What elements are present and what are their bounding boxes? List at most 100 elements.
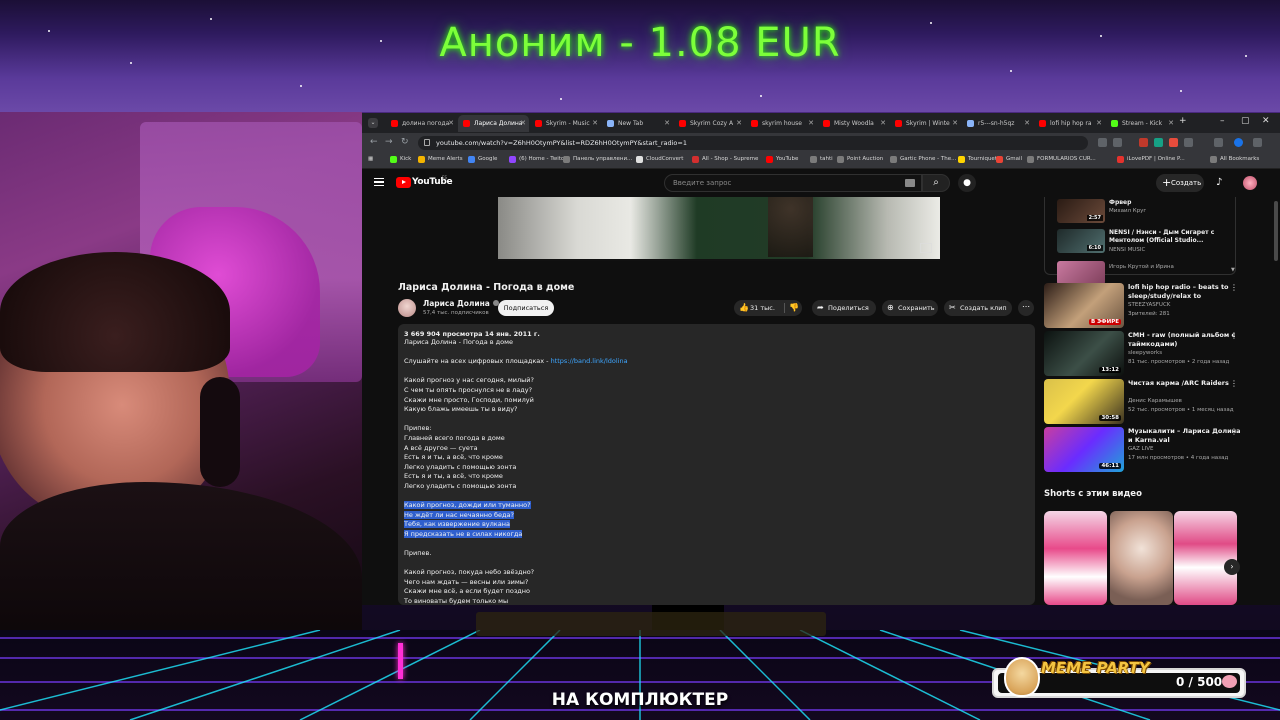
extension-icon[interactable] xyxy=(1139,138,1148,147)
close-tab-icon[interactable]: ✕ xyxy=(736,119,742,127)
browser-tab[interactable]: skyrim house ✕ xyxy=(746,115,817,132)
keyboard-icon[interactable] xyxy=(905,179,915,187)
browser-menu-icon[interactable] xyxy=(1253,138,1262,147)
short-card[interactable] xyxy=(1044,511,1107,605)
browser-tab[interactable]: Skyrim - Music ✕ xyxy=(530,115,601,132)
bookmark-item[interactable]: Kick xyxy=(390,156,411,163)
menu-icon[interactable] xyxy=(374,178,384,186)
browser-tab[interactable]: r5---sn-h5qz ✕ xyxy=(962,115,1033,132)
channel-avatar[interactable] xyxy=(398,299,416,317)
fullscreen-icon[interactable] xyxy=(920,243,932,253)
voice-search-button[interactable]: ● xyxy=(958,174,976,192)
short-card[interactable] xyxy=(1174,511,1237,605)
bookmark-item[interactable]: All Bookmarks xyxy=(1210,156,1259,163)
playlist-item[interactable]: 6:10 NENSI / Нэнси - Дым Сигарет с Ментол… xyxy=(1057,227,1233,253)
close-tab-icon[interactable]: ✕ xyxy=(1024,119,1030,127)
thumbs-down-icon[interactable]: 👎 xyxy=(789,300,799,316)
next-shorts-button[interactable]: › xyxy=(1224,559,1240,575)
address-bar[interactable]: youtube.com/watch?v=Z6hH0OtymPY&list=RDZ… xyxy=(418,136,1088,150)
maximize-button[interactable]: ▢ xyxy=(1241,116,1250,126)
search-input[interactable]: Введите запрос xyxy=(664,174,922,192)
account-avatar[interactable] xyxy=(1243,176,1257,190)
bookmark-item[interactable]: (6) Home - Twitch xyxy=(509,156,567,163)
more-options-icon[interactable]: ⋮ xyxy=(1230,379,1238,388)
save-button[interactable]: ⊕ Сохранить xyxy=(882,300,938,316)
bookmark-item[interactable]: All - Shop - Supreme xyxy=(692,156,758,163)
channel-name[interactable]: Лариса Долина xyxy=(423,299,499,308)
bookmark-star-icon[interactable] xyxy=(1113,138,1122,147)
tab-favicon-icon xyxy=(967,120,974,127)
forward-icon[interactable]: → xyxy=(385,137,393,147)
browser-tab[interactable]: New Tab ✕ xyxy=(602,115,673,132)
page-scrollbar[interactable] xyxy=(1274,201,1278,261)
apps-icon[interactable]: ▦ xyxy=(368,156,373,162)
more-actions-button[interactable]: ⋯ xyxy=(1018,300,1034,316)
minimize-button[interactable]: – xyxy=(1220,116,1225,126)
playlist-item[interactable]: Игорь Крутой и Ирина xyxy=(1057,259,1233,285)
youtube-logo-icon[interactable] xyxy=(396,177,411,188)
bookmark-item[interactable]: FORMULARIOS CUR... xyxy=(1027,156,1096,163)
close-tab-icon[interactable]: ✕ xyxy=(520,119,526,127)
new-tab-button[interactable]: + xyxy=(1179,116,1187,126)
close-window-button[interactable]: ✕ xyxy=(1262,116,1270,126)
recommended-video[interactable]: 13:12 CMH - raw (полный альбом с таймкода… xyxy=(1044,331,1280,377)
more-options-icon[interactable]: ⋮ xyxy=(1230,283,1238,292)
extension-icon[interactable] xyxy=(1154,138,1163,147)
close-tab-icon[interactable]: ✕ xyxy=(664,119,670,127)
close-tab-icon[interactable]: ✕ xyxy=(592,119,598,127)
create-button[interactable]: Создать xyxy=(1156,174,1204,192)
browser-tab[interactable]: lofi hip hop ra ✕ xyxy=(1034,115,1105,132)
recommended-video[interactable]: 30:58 Чистая карма /ARC Raiders Денис Кара… xyxy=(1044,379,1280,425)
video-player[interactable] xyxy=(498,197,940,261)
search-button[interactable]: ⌕ xyxy=(922,174,950,192)
video-description[interactable]: 3 669 904 просмотра 14 янв. 2011 г. Лари… xyxy=(398,324,1035,605)
bookmark-item[interactable]: Gmail xyxy=(996,156,1022,163)
bookmark-item[interactable]: CloudConvert xyxy=(636,156,683,163)
recommended-video[interactable]: В ЭФИРЕ lofi hip hop radio – beats to sle… xyxy=(1044,283,1280,329)
close-tab-icon[interactable]: ✕ xyxy=(880,119,886,127)
short-card[interactable] xyxy=(1110,511,1173,605)
extensions-puzzle-icon[interactable] xyxy=(1184,138,1193,147)
close-tab-icon[interactable]: ✕ xyxy=(1168,119,1174,127)
browser-tab[interactable]: долина погода ✕ xyxy=(386,115,457,132)
extension-icon[interactable] xyxy=(1169,138,1178,147)
bookmark-item[interactable]: iLovePDF | Online P... xyxy=(1117,156,1185,163)
browser-tab[interactable]: Skyrim Cozy A ✕ xyxy=(674,115,745,132)
playlist-item[interactable]: 2:57 Фрвер Михаил Круг xyxy=(1057,197,1233,223)
band-link[interactable]: https://band.link/ldolina xyxy=(551,357,628,365)
tab-search-button[interactable]: ⌄ xyxy=(368,118,378,128)
share-button[interactable]: ➦ Поделиться xyxy=(812,300,876,316)
profile-icon[interactable] xyxy=(1234,138,1243,147)
bookmark-item[interactable]: Tourniquet xyxy=(958,156,997,163)
bookmark-item[interactable]: Gartic Phone - The... xyxy=(890,156,956,163)
bookmark-item[interactable]: Meme Alerts xyxy=(418,156,463,163)
browser-tab[interactable]: Stream - Kick ✕ xyxy=(1106,115,1177,132)
recommended-video[interactable]: 46:11 Музыкалити – Лариса Долина и Karna.… xyxy=(1044,427,1280,473)
close-tab-icon[interactable]: ✕ xyxy=(808,119,814,127)
more-options-icon[interactable]: ⋮ xyxy=(1230,331,1238,340)
more-options-icon[interactable]: ⋮ xyxy=(1230,427,1238,436)
bookmark-item[interactable]: Панель управлени... xyxy=(563,156,632,163)
bookmark-item[interactable]: YouTube xyxy=(766,156,798,163)
scroll-down-icon[interactable]: ▼ xyxy=(1231,267,1235,273)
subscribe-button[interactable]: Подписаться xyxy=(498,300,554,316)
install-icon[interactable] xyxy=(1098,138,1107,147)
close-tab-icon[interactable]: ✕ xyxy=(952,119,958,127)
browser-tab[interactable]: Лариса Долина ✕ xyxy=(458,115,529,132)
address-bar-row: ← → ↻ youtube.com/watch?v=Z6hH0OtymPY&li… xyxy=(362,133,1280,153)
site-info-icon[interactable] xyxy=(424,139,430,146)
notifications-bell-icon[interactable]: ♪ xyxy=(1216,177,1222,188)
close-tab-icon[interactable]: ✕ xyxy=(448,119,454,127)
bookmark-item[interactable]: Google xyxy=(468,156,497,163)
download-icon[interactable] xyxy=(1214,138,1223,147)
lyric-line: Какую блажь имеешь ты в виду? xyxy=(404,405,1029,415)
bookmark-item[interactable]: Point Auction xyxy=(837,156,883,163)
bookmark-item[interactable]: tahti xyxy=(810,156,833,163)
back-icon[interactable]: ← xyxy=(370,137,378,147)
browser-tab[interactable]: Skyrim | Winte ✕ xyxy=(890,115,961,132)
close-tab-icon[interactable]: ✕ xyxy=(1096,119,1102,127)
browser-tab[interactable]: Misty Woodla ✕ xyxy=(818,115,889,132)
reload-icon[interactable]: ↻ xyxy=(401,137,409,147)
like-button[interactable]: 👍 31 тыс. 👎 xyxy=(734,300,802,316)
clip-button[interactable]: ✂ Создать клип xyxy=(944,300,1012,316)
